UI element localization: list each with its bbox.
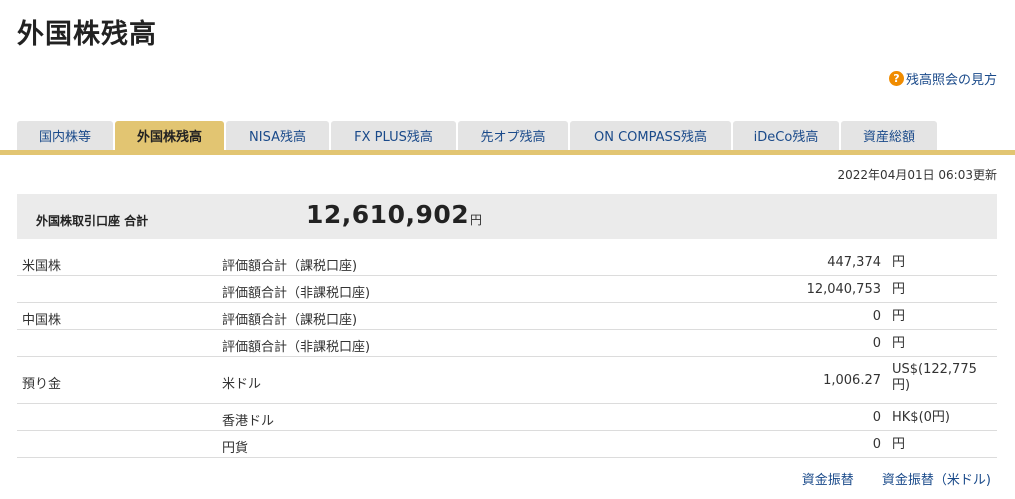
table-row: 中国株 評価額合計（課税口座) 0 円 (17, 303, 997, 330)
table-row: 預り金 米ドル 1,006.27 US$(122,775円) (17, 357, 997, 404)
row-item: 評価額合計（非課税口座) (222, 286, 371, 301)
tab-ideco[interactable]: iDeCo残高 (733, 121, 839, 150)
row-unit: 円 (892, 336, 906, 351)
row-unit: HK$(0円) (892, 410, 950, 425)
row-item: 評価額合計（課税口座) (222, 313, 358, 328)
table-row: 香港ドル 0 HK$(0円) (17, 404, 997, 431)
page-title: 外国株残高 (17, 19, 157, 50)
table-row: 評価額合計（非課税口座) 0 円 (17, 330, 997, 357)
row-value: 0 (872, 336, 881, 351)
fund-transfer-link[interactable]: 資金振替 (802, 473, 854, 488)
row-item: 香港ドル (222, 414, 275, 429)
table-row: 円貨 0 円 (17, 431, 997, 458)
balance-table: 米国株 評価額合計（課税口座) 447,374 円 評価額合計（非課税口座) 1… (17, 249, 997, 458)
row-unit: 円 (892, 255, 906, 270)
help-link-label: 残高照会の見方 (905, 73, 997, 88)
tab-foreign-stocks[interactable]: 外国株残高 (115, 121, 224, 150)
row-value: 0 (872, 309, 881, 324)
row-unit: 円 (892, 282, 906, 297)
row-unit: 円 (892, 437, 906, 452)
row-unit: US$(122,775円) (892, 362, 977, 393)
tab-bar: 国内株等 外国株残高 NISA残高 FX PLUS残高 先オプ残高 ON COM… (0, 121, 1015, 155)
row-category: 米国株 (22, 259, 62, 274)
tab-nisa[interactable]: NISA残高 (226, 121, 329, 150)
table-row: 米国株 評価額合計（課税口座) 447,374 円 (17, 249, 997, 276)
row-value: 0 (872, 410, 881, 425)
help-link[interactable]: ? 残高照会の見方 (888, 69, 997, 88)
updated-timestamp: 2022年04月01日 06:03更新 (837, 168, 997, 182)
tab-futures-options[interactable]: 先オプ残高 (458, 121, 568, 150)
footer-links: 資金振替 資金振替（米ドル) (778, 469, 991, 488)
row-value: 12,040,753 (806, 282, 881, 297)
row-item: 円貨 (222, 441, 249, 456)
row-item: 評価額合計（非課税口座) (222, 340, 371, 355)
row-unit: 円 (892, 309, 906, 324)
tab-domestic-stocks[interactable]: 国内株等 (17, 121, 113, 150)
fund-transfer-usd-link[interactable]: 資金振替（米ドル) (882, 473, 991, 488)
summary-bar: 外国株取引口座 合計 12,610,902 円 (17, 194, 997, 239)
summary-total-value: 12,610,902 (306, 200, 470, 229)
row-value: 447,374 (827, 255, 881, 270)
summary-unit: 円 (470, 213, 483, 227)
summary-label: 外国株取引口座 合計 (36, 214, 149, 228)
row-category: 預り金 (22, 377, 62, 392)
row-item: 米ドル (222, 377, 262, 392)
tab-fx-plus[interactable]: FX PLUS残高 (331, 121, 456, 150)
tab-on-compass[interactable]: ON COMPASS残高 (570, 121, 731, 150)
row-value: 1,006.27 (823, 373, 881, 388)
row-value: 0 (872, 437, 881, 452)
table-row: 評価額合計（非課税口座) 12,040,753 円 (17, 276, 997, 303)
tab-total-assets[interactable]: 資産総額 (841, 121, 937, 150)
row-category: 中国株 (22, 313, 62, 328)
tab-underline (0, 150, 1015, 155)
row-item: 評価額合計（課税口座) (222, 259, 358, 274)
question-icon: ? (888, 71, 904, 86)
